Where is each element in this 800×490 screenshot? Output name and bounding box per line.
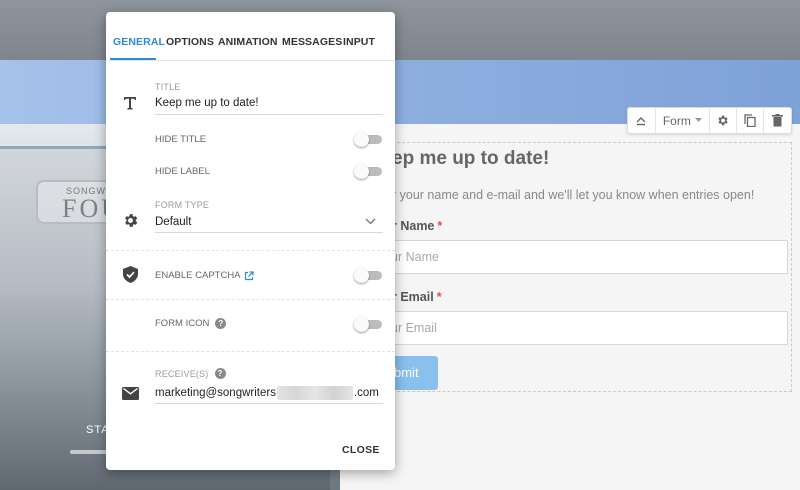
redacted-text <box>276 386 353 400</box>
element-toolbar: Form <box>627 107 792 134</box>
hide-title-label: HIDE TITLE <box>155 134 207 145</box>
form-icon-label: FORM ICON ? <box>155 318 227 329</box>
text-icon <box>121 94 139 112</box>
chevron-up-icon <box>636 116 646 125</box>
delete-button[interactable] <box>764 108 791 133</box>
form-type-select[interactable]: Default <box>155 216 191 228</box>
email-input[interactable]: ur Email <box>372 311 788 345</box>
duplicate-button[interactable] <box>737 108 765 133</box>
settings-button[interactable] <box>710 108 737 133</box>
tab-messages[interactable]: MESSAGES <box>282 36 342 48</box>
receives-input[interactable]: marketing@songwriters .com <box>155 386 379 400</box>
section-divider <box>106 351 395 352</box>
tab-input[interactable]: INPUT <box>343 36 375 48</box>
enable-captcha-toggle[interactable] <box>354 268 382 283</box>
required-mark: * <box>436 290 442 304</box>
hide-title-toggle[interactable] <box>354 132 382 147</box>
title-input[interactable]: Keep me up to date! <box>155 97 259 109</box>
name-input[interactable]: ur Name <box>372 240 788 274</box>
form-description: r your name and e-mail and we'll let you… <box>392 188 755 202</box>
external-link-icon[interactable] <box>244 270 254 281</box>
email-field-label: r Email * <box>392 290 442 304</box>
enable-captcha-label: ENABLE CAPTCHA <box>155 270 254 281</box>
envelope-icon <box>121 384 139 402</box>
form-type-underline <box>155 232 383 233</box>
form-settings-dialog: GENERAL OPTIONS ANIMATION MESSAGES INPUT… <box>106 12 395 470</box>
move-up-button[interactable] <box>628 108 656 133</box>
help-icon[interactable]: ? <box>214 368 226 379</box>
close-button[interactable]: CLOSE <box>342 444 380 456</box>
name-field-label: r Name * <box>392 219 443 233</box>
tab-options[interactable]: OPTIONS <box>166 36 214 48</box>
title-input-underline <box>155 114 383 115</box>
form-type-dropdown[interactable]: Form <box>656 108 710 133</box>
gear-icon <box>121 211 139 229</box>
shield-check-icon <box>121 265 139 283</box>
tab-animation[interactable]: ANIMATION <box>218 36 278 48</box>
receives-underline <box>155 403 383 404</box>
settings-tabs: GENERAL OPTIONS ANIMATION MESSAGES INPUT <box>106 12 395 61</box>
caret-down-icon <box>694 118 702 122</box>
form-type-label: FORM TYPE <box>155 200 210 210</box>
active-tab-indicator <box>110 58 156 60</box>
form-title: ep me up to date! <box>392 148 550 169</box>
gear-icon <box>718 115 729 126</box>
chevron-down-icon[interactable] <box>365 218 376 225</box>
form-icon-toggle[interactable] <box>354 317 382 332</box>
copy-icon <box>744 114 756 127</box>
hide-label-toggle[interactable] <box>354 164 382 179</box>
section-divider <box>106 250 395 251</box>
section-divider <box>106 299 395 300</box>
help-icon[interactable]: ? <box>215 318 227 329</box>
hide-label-label: HIDE LABEL <box>155 166 210 177</box>
form-dropdown-label: Form <box>662 113 691 128</box>
title-field-label: TITLE <box>155 82 181 92</box>
trash-icon <box>772 114 784 127</box>
required-mark: * <box>437 219 443 233</box>
receives-label: RECEIVE(S) ? <box>155 368 226 379</box>
tab-general[interactable]: GENERAL <box>113 36 165 48</box>
